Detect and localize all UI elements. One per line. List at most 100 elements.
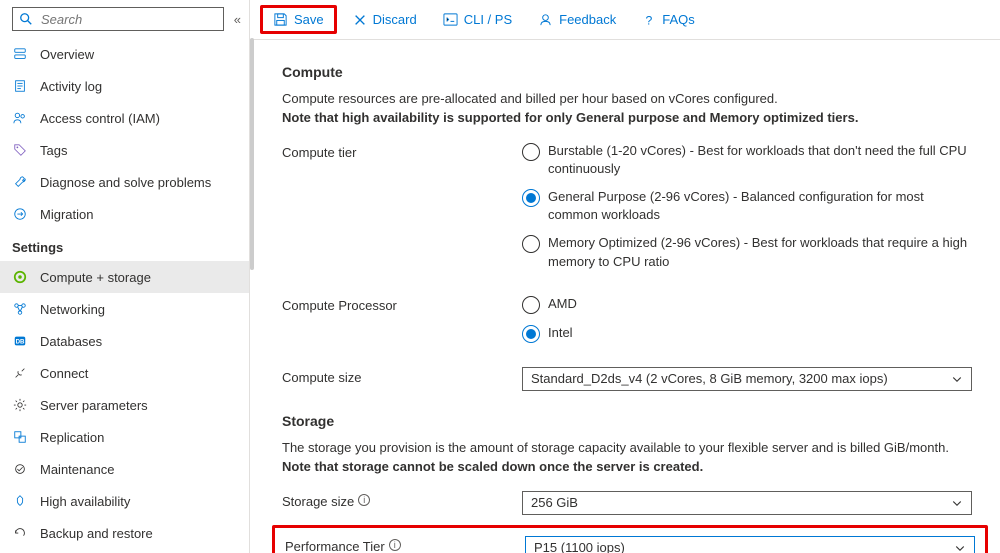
faqs-button[interactable]: ? FAQs bbox=[634, 8, 703, 31]
sidebar-list: Overview Activity log Access control (IA… bbox=[0, 38, 249, 553]
label-text: Storage size bbox=[282, 494, 354, 509]
radio-label: Memory Optimized (2-96 vCores) - Best fo… bbox=[548, 234, 968, 270]
select-value: 256 GiB bbox=[531, 495, 578, 510]
compute-tier-memory[interactable]: Memory Optimized (2-96 vCores) - Best fo… bbox=[522, 234, 978, 270]
toolbar: Save Discard CLI / PS Feedback ? FAQs bbox=[250, 0, 1000, 40]
sidebar-item-label: Diagnose and solve problems bbox=[40, 175, 211, 190]
collapse-sidebar-button[interactable]: « bbox=[234, 12, 241, 27]
compute-processor-label: Compute Processor bbox=[282, 295, 522, 353]
database-icon: DB bbox=[12, 333, 28, 349]
storage-desc-line1: The storage you provision is the amount … bbox=[282, 440, 949, 455]
radio-icon bbox=[522, 189, 540, 207]
discard-button[interactable]: Discard bbox=[345, 8, 425, 31]
sidebar-item-overview[interactable]: Overview bbox=[0, 38, 249, 70]
sidebar-item-backup-restore[interactable]: Backup and restore bbox=[0, 517, 249, 549]
sidebar-item-activity-log[interactable]: Activity log bbox=[0, 70, 249, 102]
storage-heading: Storage bbox=[282, 413, 978, 429]
storage-size-select[interactable]: 256 GiB bbox=[522, 491, 972, 515]
storage-description: The storage you provision is the amount … bbox=[282, 439, 978, 477]
sidebar: « Overview Activity log Access control (… bbox=[0, 0, 250, 553]
sidebar-item-diagnose[interactable]: Diagnose and solve problems bbox=[0, 166, 249, 198]
sidebar-item-migration[interactable]: Migration bbox=[0, 198, 249, 230]
radio-label: AMD bbox=[548, 295, 577, 313]
compute-desc-line2: Note that high availability is supported… bbox=[282, 110, 858, 125]
search-icon bbox=[19, 12, 33, 26]
sidebar-item-maintenance[interactable]: Maintenance bbox=[0, 453, 249, 485]
sidebar-item-label: Maintenance bbox=[40, 462, 114, 477]
help-icon: ? bbox=[642, 13, 656, 27]
performance-tier-highlight: Performance Tier i P15 (1100 iops) bbox=[272, 525, 988, 553]
compute-size-label: Compute size bbox=[282, 367, 522, 391]
sidebar-item-label: Databases bbox=[40, 334, 102, 349]
sidebar-item-compute-storage[interactable]: Compute + storage bbox=[0, 261, 249, 293]
sidebar-item-label: Backup and restore bbox=[40, 526, 153, 541]
server-icon bbox=[12, 46, 28, 62]
radio-icon bbox=[522, 296, 540, 314]
performance-tier-label: Performance Tier i bbox=[285, 536, 525, 553]
sidebar-section-settings: Settings bbox=[0, 230, 249, 261]
sidebar-item-tags[interactable]: Tags bbox=[0, 134, 249, 166]
chevron-down-icon bbox=[951, 373, 963, 385]
sidebar-item-replication[interactable]: Replication bbox=[0, 421, 249, 453]
log-icon bbox=[12, 78, 28, 94]
sidebar-item-high-availability[interactable]: High availability bbox=[0, 485, 249, 517]
networking-icon bbox=[12, 301, 28, 317]
close-icon bbox=[353, 13, 367, 27]
search-box[interactable] bbox=[12, 7, 224, 31]
discard-label: Discard bbox=[373, 12, 417, 27]
compute-heading: Compute bbox=[282, 64, 978, 80]
info-icon[interactable]: i bbox=[389, 539, 401, 551]
gear-icon bbox=[12, 397, 28, 413]
cli-label: CLI / PS bbox=[464, 12, 512, 27]
feedback-icon bbox=[538, 12, 553, 27]
compute-tier-general[interactable]: General Purpose (2-96 vCores) - Balanced… bbox=[522, 188, 978, 224]
radio-icon bbox=[522, 325, 540, 343]
compute-icon bbox=[12, 269, 28, 285]
compute-desc-line1: Compute resources are pre-allocated and … bbox=[282, 91, 778, 106]
radio-icon bbox=[522, 235, 540, 253]
cli-button[interactable]: CLI / PS bbox=[435, 8, 520, 31]
feedback-label: Feedback bbox=[559, 12, 616, 27]
sidebar-item-label: Replication bbox=[40, 430, 104, 445]
chevron-down-icon bbox=[951, 497, 963, 509]
sidebar-item-networking[interactable]: Networking bbox=[0, 293, 249, 325]
connect-icon bbox=[12, 365, 28, 381]
sidebar-item-label: Tags bbox=[40, 143, 67, 158]
main-panel: Save Discard CLI / PS Feedback ? FAQs Co… bbox=[250, 0, 1000, 553]
compute-processor-amd[interactable]: AMD bbox=[522, 295, 978, 314]
search-input[interactable] bbox=[39, 11, 217, 28]
compute-tier-burstable[interactable]: Burstable (1-20 vCores) - Best for workl… bbox=[522, 142, 978, 178]
sidebar-item-databases[interactable]: DB Databases bbox=[0, 325, 249, 357]
sidebar-item-connect[interactable]: Connect bbox=[0, 357, 249, 389]
select-value: Standard_D2ds_v4 (2 vCores, 8 GiB memory… bbox=[531, 371, 888, 386]
wrench-icon bbox=[12, 174, 28, 190]
compute-tier-label: Compute tier bbox=[282, 142, 522, 281]
label-text: Performance Tier bbox=[285, 539, 385, 553]
compute-size-select[interactable]: Standard_D2ds_v4 (2 vCores, 8 GiB memory… bbox=[522, 367, 972, 391]
sidebar-item-label: Access control (IAM) bbox=[40, 111, 160, 126]
backup-icon bbox=[12, 525, 28, 541]
faqs-label: FAQs bbox=[662, 12, 695, 27]
info-icon[interactable]: i bbox=[358, 494, 370, 506]
compute-processor-intel[interactable]: Intel bbox=[522, 324, 978, 343]
radio-label: Intel bbox=[548, 324, 573, 342]
terminal-icon bbox=[443, 12, 458, 27]
migration-icon bbox=[12, 206, 28, 222]
performance-tier-select[interactable]: P15 (1100 iops) bbox=[525, 536, 975, 553]
storage-desc-line2: Note that storage cannot be scaled down … bbox=[282, 459, 703, 474]
svg-text:?: ? bbox=[646, 13, 653, 27]
save-button[interactable]: Save bbox=[260, 5, 337, 34]
radio-label: General Purpose (2-96 vCores) - Balanced… bbox=[548, 188, 968, 224]
compute-description: Compute resources are pre-allocated and … bbox=[282, 90, 978, 128]
sidebar-item-label: Migration bbox=[40, 207, 93, 222]
availability-icon bbox=[12, 493, 28, 509]
sidebar-item-label: Activity log bbox=[40, 79, 102, 94]
sidebar-item-server-parameters[interactable]: Server parameters bbox=[0, 389, 249, 421]
sidebar-item-label: Networking bbox=[40, 302, 105, 317]
feedback-button[interactable]: Feedback bbox=[530, 8, 624, 31]
maintenance-icon bbox=[12, 461, 28, 477]
radio-label: Burstable (1-20 vCores) - Best for workl… bbox=[548, 142, 968, 178]
sidebar-item-access-control[interactable]: Access control (IAM) bbox=[0, 102, 249, 134]
radio-icon bbox=[522, 143, 540, 161]
sidebar-item-label: Compute + storage bbox=[40, 270, 151, 285]
